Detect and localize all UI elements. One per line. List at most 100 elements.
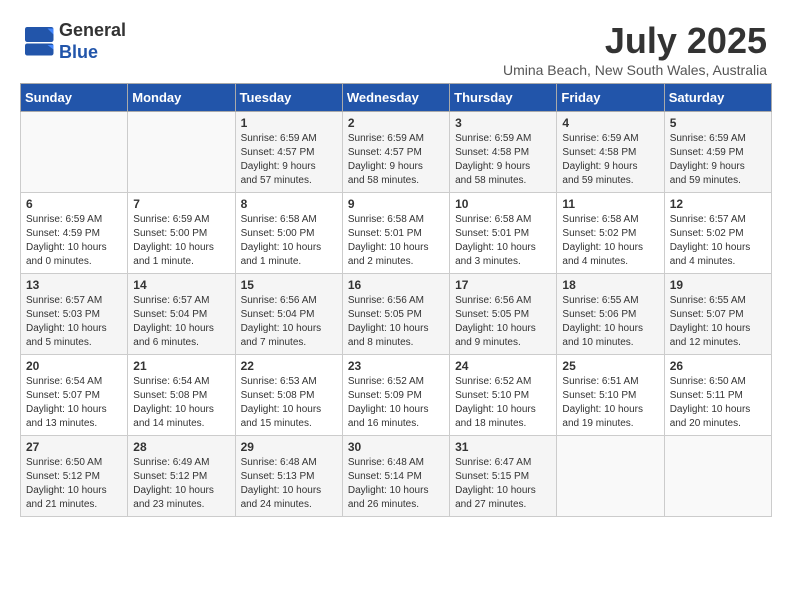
location: Umina Beach, New South Wales, Australia xyxy=(503,62,767,78)
week-row-5: 27Sunrise: 6:50 AM Sunset: 5:12 PM Dayli… xyxy=(21,436,772,517)
day-cell: 19 Sunrise: 6:55 AM Sunset: 5:07 PM Dayli… xyxy=(664,274,771,355)
day-info: Sunrise: 6:50 AM Sunset: 5:11 PM Dayligh… xyxy=(670,375,766,431)
day-number: 30 xyxy=(348,440,444,454)
logo-line2: Blue xyxy=(59,42,126,64)
day-cell: 23 Sunrise: 6:52 AM Sunset: 5:09 PM Dayli… xyxy=(342,355,449,436)
day-info: Sunrise: 6:54 AM Sunset: 5:08 PM Dayligh… xyxy=(133,375,229,431)
day-number: 28 xyxy=(133,440,229,454)
day-cell: 20 Sunrise: 6:54 AM Sunset: 5:07 PM Dayli… xyxy=(21,355,128,436)
week-row-4: 20 Sunrise: 6:54 AM Sunset: 5:07 PM Dayli… xyxy=(21,355,772,436)
logo: General Blue xyxy=(25,20,126,63)
day-number: 14 xyxy=(133,278,229,292)
day-info: Sunrise: 6:57 AM Sunset: 5:04 PM Dayligh… xyxy=(133,294,229,350)
day-cell xyxy=(21,112,128,193)
day-info: Sunrise: 6:58 AM Sunset: 5:00 PM Dayligh… xyxy=(241,213,337,269)
day-info: Sunrise: 6:53 AM Sunset: 5:08 PM Dayligh… xyxy=(241,375,337,431)
weekday-header-sunday: Sunday xyxy=(21,84,128,112)
day-number: 29 xyxy=(241,440,337,454)
weekday-header-friday: Friday xyxy=(557,84,664,112)
day-cell: 30Sunrise: 6:48 AM Sunset: 5:14 PM Dayli… xyxy=(342,436,449,517)
logo-text: General Blue xyxy=(59,20,126,63)
calendar-table: SundayMondayTuesdayWednesdayThursdayFrid… xyxy=(20,83,772,517)
day-info: Sunrise: 6:59 AM Sunset: 4:59 PM Dayligh… xyxy=(26,213,122,269)
day-cell: 28 Sunrise: 6:49 AM Sunset: 5:12 PM Dayli… xyxy=(128,436,235,517)
day-number: 19 xyxy=(670,278,766,292)
day-info: Sunrise: 6:59 AM Sunset: 4:59 PM Dayligh… xyxy=(670,132,766,188)
day-number: 16 xyxy=(348,278,444,292)
day-cell: 9 Sunrise: 6:58 AM Sunset: 5:01 PM Daylig… xyxy=(342,193,449,274)
day-number: 20 xyxy=(26,359,122,373)
day-info: Sunrise: 6:59 AM Sunset: 4:58 PM Dayligh… xyxy=(562,132,658,188)
day-info: Sunrise: 6:56 AM Sunset: 5:04 PM Dayligh… xyxy=(241,294,337,350)
day-cell: 10 Sunrise: 6:58 AM Sunset: 5:01 PM Dayli… xyxy=(450,193,557,274)
day-number: 17 xyxy=(455,278,551,292)
day-cell: 15 Sunrise: 6:56 AM Sunset: 5:04 PM Dayli… xyxy=(235,274,342,355)
logo-icon xyxy=(25,27,55,57)
day-info: Sunrise: 6:57 AM Sunset: 5:02 PM Dayligh… xyxy=(670,213,766,269)
day-info: Sunrise: 6:59 AM Sunset: 4:57 PM Dayligh… xyxy=(241,132,337,188)
week-row-3: 13 Sunrise: 6:57 AM Sunset: 5:03 PM Dayli… xyxy=(21,274,772,355)
day-cell: 12 Sunrise: 6:57 AM Sunset: 5:02 PM Dayli… xyxy=(664,193,771,274)
day-info: Sunrise: 6:57 AM Sunset: 5:03 PM Dayligh… xyxy=(26,294,122,350)
day-info: Sunrise: 6:55 AM Sunset: 5:07 PM Dayligh… xyxy=(670,294,766,350)
day-info: Sunrise: 6:55 AM Sunset: 5:06 PM Dayligh… xyxy=(562,294,658,350)
day-cell: 7 Sunrise: 6:59 AM Sunset: 5:00 PM Daylig… xyxy=(128,193,235,274)
day-info: Sunrise: 6:51 AM Sunset: 5:10 PM Dayligh… xyxy=(562,375,658,431)
day-number: 6 xyxy=(26,197,122,211)
day-number: 7 xyxy=(133,197,229,211)
day-number: 10 xyxy=(455,197,551,211)
day-cell: 17 Sunrise: 6:56 AM Sunset: 5:05 PM Dayli… xyxy=(450,274,557,355)
day-info: Sunrise: 6:59 AM Sunset: 5:00 PM Dayligh… xyxy=(133,213,229,269)
day-cell: 11Sunrise: 6:58 AM Sunset: 5:02 PM Dayli… xyxy=(557,193,664,274)
day-number: 21 xyxy=(133,359,229,373)
day-number: 18 xyxy=(562,278,658,292)
day-info: Sunrise: 6:56 AM Sunset: 5:05 PM Dayligh… xyxy=(348,294,444,350)
day-cell: 2 Sunrise: 6:59 AM Sunset: 4:57 PM Daylig… xyxy=(342,112,449,193)
weekday-header-wednesday: Wednesday xyxy=(342,84,449,112)
weekday-header-saturday: Saturday xyxy=(664,84,771,112)
day-cell: 18 Sunrise: 6:55 AM Sunset: 5:06 PM Dayli… xyxy=(557,274,664,355)
day-cell xyxy=(128,112,235,193)
day-info: Sunrise: 6:54 AM Sunset: 5:07 PM Dayligh… xyxy=(26,375,122,431)
day-number: 27 xyxy=(26,440,122,454)
weekday-header-thursday: Thursday xyxy=(450,84,557,112)
day-info: Sunrise: 6:52 AM Sunset: 5:09 PM Dayligh… xyxy=(348,375,444,431)
day-number: 4 xyxy=(562,116,658,130)
day-cell xyxy=(664,436,771,517)
title-block: July 2025 Umina Beach, New South Wales, … xyxy=(503,20,767,78)
weekday-header-monday: Monday xyxy=(128,84,235,112)
day-info: Sunrise: 6:58 AM Sunset: 5:01 PM Dayligh… xyxy=(348,213,444,269)
day-cell: 29Sunrise: 6:48 AM Sunset: 5:13 PM Dayli… xyxy=(235,436,342,517)
day-cell: 26 Sunrise: 6:50 AM Sunset: 5:11 PM Dayli… xyxy=(664,355,771,436)
page-header: General Blue July 2025 Umina Beach, New … xyxy=(10,10,782,83)
day-info: Sunrise: 6:49 AM Sunset: 5:12 PM Dayligh… xyxy=(133,456,229,512)
day-cell: 24 Sunrise: 6:52 AM Sunset: 5:10 PM Dayli… xyxy=(450,355,557,436)
day-number: 13 xyxy=(26,278,122,292)
day-cell: 4 Sunrise: 6:59 AM Sunset: 4:58 PM Daylig… xyxy=(557,112,664,193)
day-number: 9 xyxy=(348,197,444,211)
week-row-2: 6 Sunrise: 6:59 AM Sunset: 4:59 PM Daylig… xyxy=(21,193,772,274)
day-number: 12 xyxy=(670,197,766,211)
day-cell: 6 Sunrise: 6:59 AM Sunset: 4:59 PM Daylig… xyxy=(21,193,128,274)
day-cell: 25Sunrise: 6:51 AM Sunset: 5:10 PM Dayli… xyxy=(557,355,664,436)
day-cell: 3Sunrise: 6:59 AM Sunset: 4:58 PM Daylig… xyxy=(450,112,557,193)
day-info: Sunrise: 6:52 AM Sunset: 5:10 PM Dayligh… xyxy=(455,375,551,431)
day-number: 26 xyxy=(670,359,766,373)
day-number: 5 xyxy=(670,116,766,130)
day-cell: 21 Sunrise: 6:54 AM Sunset: 5:08 PM Dayli… xyxy=(128,355,235,436)
day-number: 2 xyxy=(348,116,444,130)
day-cell: 16 Sunrise: 6:56 AM Sunset: 5:05 PM Dayli… xyxy=(342,274,449,355)
day-info: Sunrise: 6:59 AM Sunset: 4:57 PM Dayligh… xyxy=(348,132,444,188)
day-cell: 22Sunrise: 6:53 AM Sunset: 5:08 PM Dayli… xyxy=(235,355,342,436)
day-info: Sunrise: 6:59 AM Sunset: 4:58 PM Dayligh… xyxy=(455,132,551,188)
day-number: 23 xyxy=(348,359,444,373)
day-cell: 14 Sunrise: 6:57 AM Sunset: 5:04 PM Dayli… xyxy=(128,274,235,355)
day-number: 11 xyxy=(562,197,658,211)
day-info: Sunrise: 6:58 AM Sunset: 5:01 PM Dayligh… xyxy=(455,213,551,269)
weekday-header-tuesday: Tuesday xyxy=(235,84,342,112)
day-cell: 13 Sunrise: 6:57 AM Sunset: 5:03 PM Dayli… xyxy=(21,274,128,355)
day-number: 24 xyxy=(455,359,551,373)
day-cell: 1Sunrise: 6:59 AM Sunset: 4:57 PM Daylig… xyxy=(235,112,342,193)
day-info: Sunrise: 6:56 AM Sunset: 5:05 PM Dayligh… xyxy=(455,294,551,350)
day-number: 15 xyxy=(241,278,337,292)
